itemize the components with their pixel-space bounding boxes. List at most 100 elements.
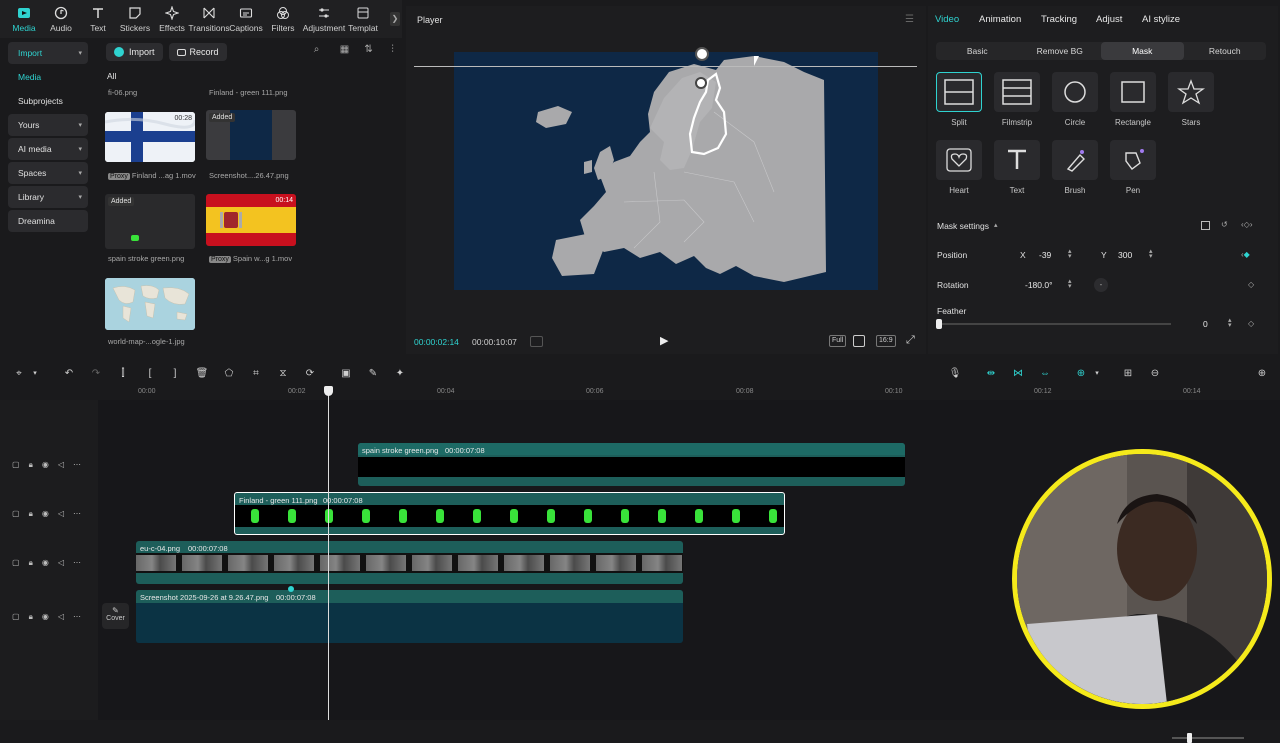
mask-stars[interactable]: Stars bbox=[1166, 72, 1216, 127]
tab-adjust[interactable]: Adjust bbox=[1096, 14, 1122, 25]
subtab-remove-bg[interactable]: Remove BG bbox=[1019, 42, 1102, 60]
eye-icon[interactable]: ◉ bbox=[42, 460, 49, 470]
tool-effects[interactable]: Effects bbox=[154, 1, 190, 37]
fullscreen-icon[interactable]: ⤢ bbox=[906, 334, 915, 347]
timeline-clip-spain-stroke[interactable]: spain stroke green.png 00:00:07:08 bbox=[358, 443, 905, 486]
reset-icon[interactable]: ↺ bbox=[1221, 220, 1228, 229]
feather-slider-track[interactable] bbox=[939, 323, 1171, 325]
lock-icon[interactable]: 🔒︎ bbox=[29, 558, 33, 568]
y-stepper-icon[interactable]: ▴ ▾ bbox=[1149, 248, 1153, 260]
flip-icon[interactable] bbox=[1201, 221, 1210, 230]
tab-ai-stylize[interactable]: AI stylize bbox=[1142, 14, 1180, 25]
redo-icon[interactable]: ↷ bbox=[89, 368, 103, 380]
tool-stickers[interactable]: Stickers bbox=[117, 1, 153, 37]
toolbar-expand-chevron-icon[interactable]: ❯ bbox=[390, 12, 400, 26]
rotation-input[interactable]: -180.0° bbox=[1025, 280, 1053, 290]
mask-split-line[interactable] bbox=[414, 66, 917, 67]
split-icon[interactable]: ⫿ bbox=[116, 368, 130, 380]
tool-templates[interactable]: Templat bbox=[347, 1, 379, 37]
media-item-spain-flag-video[interactable]: 00:14 bbox=[206, 194, 296, 246]
rotate-icon[interactable]: ⟳ bbox=[303, 368, 317, 380]
speaker-icon[interactable]: ◁ bbox=[58, 612, 64, 622]
trim-right-icon[interactable]: ] bbox=[168, 368, 182, 380]
track-select-icon[interactable]: ▢ bbox=[12, 558, 20, 568]
sidebar-item-spaces[interactable]: Spaces ▾ bbox=[8, 162, 88, 184]
mask-split[interactable]: Split bbox=[934, 72, 984, 127]
filter-icon[interactable]: ⫶ bbox=[385, 44, 401, 60]
preview-axis-icon[interactable]: ⊕ bbox=[1074, 368, 1088, 380]
record-button[interactable]: Record bbox=[168, 43, 227, 61]
media-item-finland-flag-video[interactable]: 00:28 bbox=[105, 112, 195, 162]
magnet-icon[interactable]: ⋈ bbox=[1011, 368, 1025, 380]
sidebar-item-subprojects[interactable]: Subprojects bbox=[8, 90, 88, 112]
import-button[interactable]: Import bbox=[106, 43, 163, 61]
media-item-spain-stroke[interactable]: Added bbox=[105, 194, 195, 249]
mask-filmstrip[interactable]: Filmstrip bbox=[992, 72, 1042, 127]
zoom-out-icon[interactable]: ⊖ bbox=[1148, 368, 1162, 380]
zoom-slider-track[interactable] bbox=[1172, 737, 1244, 739]
play-button[interactable]: ▶ bbox=[660, 334, 672, 348]
media-item-screenshot[interactable]: Added bbox=[206, 110, 296, 160]
select-cursor-icon[interactable]: ⌖ bbox=[12, 368, 26, 380]
lock-icon[interactable]: 🔒︎ bbox=[29, 509, 33, 519]
tab-video[interactable]: Video bbox=[935, 14, 959, 25]
playhead[interactable] bbox=[328, 386, 329, 720]
media-item-world-map[interactable] bbox=[105, 278, 195, 330]
subtab-mask[interactable]: Mask bbox=[1101, 42, 1184, 60]
cover-button[interactable]: ✎ Cover bbox=[102, 603, 129, 629]
feather-input[interactable]: 0 bbox=[1203, 319, 1208, 329]
sort-icon[interactable]: ⇅ bbox=[361, 44, 377, 60]
more-icon[interactable]: ⋯ bbox=[73, 558, 81, 568]
timeline-clip-screenshot[interactable]: Screenshot 2025-09-26 at 9.26.47.png 00:… bbox=[136, 590, 683, 643]
eye-icon[interactable]: ◉ bbox=[42, 558, 49, 568]
speaker-icon[interactable]: ◁ bbox=[58, 509, 64, 519]
trim-left-icon[interactable]: [ bbox=[143, 368, 157, 380]
delete-icon[interactable]: 🗑 bbox=[195, 368, 209, 380]
mask-rectangle[interactable]: Rectangle bbox=[1108, 72, 1158, 127]
preview-canvas[interactable] bbox=[454, 52, 878, 290]
mask-pen[interactable]: Pen bbox=[1108, 140, 1158, 195]
link-clips-icon[interactable]: ⇔ bbox=[1038, 368, 1052, 380]
lock-icon[interactable]: 🔒︎ bbox=[29, 612, 33, 622]
link-main-track-icon[interactable]: ⇹ bbox=[984, 368, 998, 380]
tool-media[interactable]: Media bbox=[6, 1, 42, 37]
crop-icon[interactable]: ⌗ bbox=[249, 368, 263, 380]
mask-settings-heading[interactable]: Mask settings bbox=[937, 221, 989, 231]
track-select-icon[interactable]: ▢ bbox=[12, 612, 20, 622]
zoom-in-icon[interactable]: ⊕ bbox=[1255, 368, 1269, 380]
eye-icon[interactable]: ◉ bbox=[42, 612, 49, 622]
mask-brush[interactable]: Brush bbox=[1050, 140, 1100, 195]
mask-text[interactable]: Text bbox=[992, 140, 1042, 195]
timeline-clip-finland[interactable]: Finland - green 111.png 00:00:07:08 bbox=[234, 492, 785, 535]
rotation-stepper-icon[interactable]: ▴ ▾ bbox=[1068, 278, 1072, 290]
speaker-icon[interactable]: ◁ bbox=[58, 558, 64, 568]
tool-captions[interactable]: Captions bbox=[228, 1, 264, 37]
more-icon[interactable]: ⋯ bbox=[73, 612, 81, 622]
search-icon[interactable]: ⌕ bbox=[309, 44, 325, 60]
chevron-down-icon[interactable]: ▾ bbox=[1090, 368, 1104, 380]
full-quality-button[interactable]: Full bbox=[829, 335, 847, 347]
keyframe-nav-icon[interactable]: ‹◇› bbox=[1241, 220, 1252, 229]
rotation-dial-icon[interactable]: - bbox=[1094, 278, 1108, 292]
timeline-mode-icon[interactable] bbox=[530, 336, 543, 347]
subtab-retouch[interactable]: Retouch bbox=[1184, 42, 1267, 60]
tab-animation[interactable]: Animation bbox=[979, 14, 1021, 25]
keyframe-icon[interactable]: ◇ bbox=[1248, 280, 1254, 289]
chevron-down-icon[interactable]: ▾ bbox=[28, 368, 42, 380]
sidebar-item-import[interactable]: Import ▾ bbox=[8, 42, 88, 64]
tool-filters[interactable]: Filters bbox=[265, 1, 301, 37]
microphone-icon[interactable]: 🎙 bbox=[948, 368, 962, 380]
view-grid-icon[interactable]: ▦ bbox=[337, 44, 353, 60]
keyframe-marker-icon[interactable] bbox=[288, 586, 294, 592]
freeze-frame-icon[interactable]: ▣ bbox=[339, 368, 353, 380]
track-select-icon[interactable]: ▢ bbox=[12, 460, 20, 470]
tool-audio[interactable]: Audio bbox=[43, 1, 79, 37]
undo-icon[interactable]: ↶ bbox=[62, 368, 76, 380]
lock-icon[interactable]: 🔒︎ bbox=[29, 460, 33, 470]
zoom-slider-thumb[interactable] bbox=[1187, 733, 1192, 743]
playhead-handle[interactable] bbox=[324, 386, 333, 396]
menu-icon[interactable]: ☰ bbox=[905, 14, 914, 25]
marker-icon[interactable]: ⬠ bbox=[222, 368, 236, 380]
feather-slider-thumb[interactable] bbox=[936, 319, 942, 329]
mirror-icon[interactable]: ⧖ bbox=[276, 368, 290, 380]
